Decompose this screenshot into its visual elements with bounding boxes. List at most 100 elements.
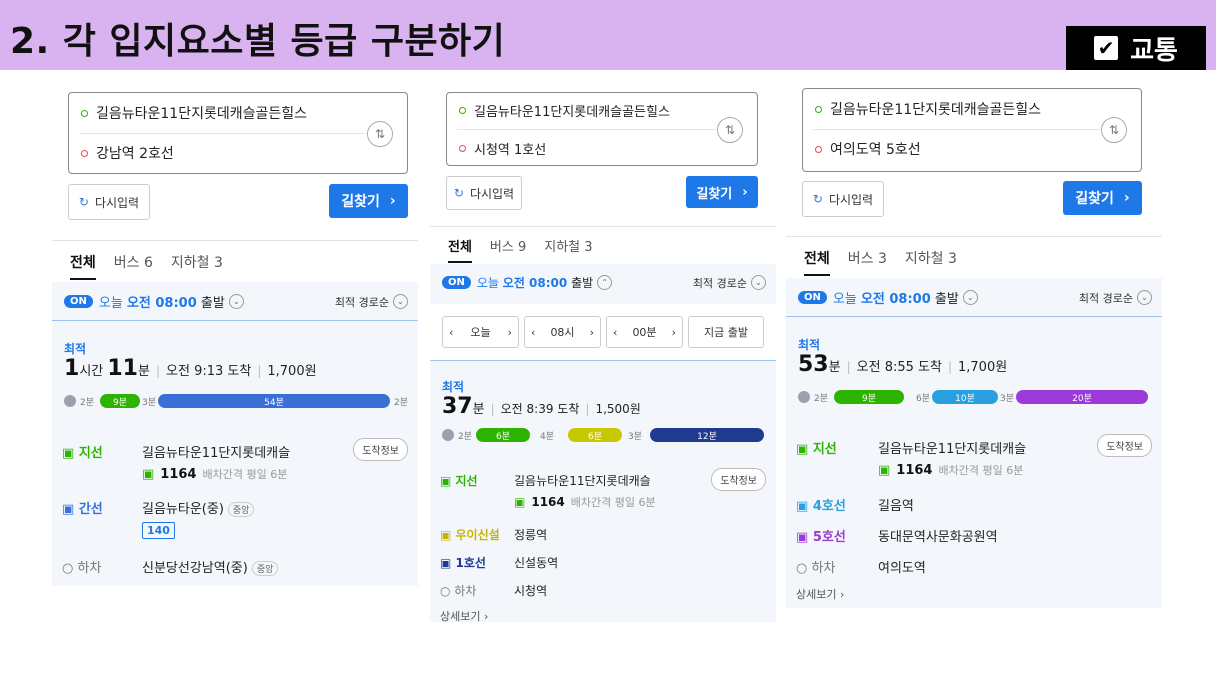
bus-segment: 9분	[100, 394, 140, 408]
subway-icon: ▣ 우이신설	[440, 528, 500, 542]
tab-subway[interactable]: 지하철 3	[544, 236, 592, 263]
walk-icon	[64, 395, 76, 407]
bus-icon: ▣	[142, 466, 155, 482]
category-tag-label: 교통	[1130, 35, 1178, 66]
walk-icon	[442, 429, 454, 441]
divider	[786, 236, 1162, 237]
on-toggle[interactable]: ON	[798, 291, 827, 304]
divider	[52, 320, 418, 321]
find-route-button[interactable]: 길찾기 ›	[686, 176, 758, 208]
sort-dropdown[interactable]: 최적 경로순 ⌄	[335, 294, 408, 310]
route-summary: 1시간 11분 | 오전 9:13 도착 | 1,700원	[64, 356, 317, 381]
swap-icon[interactable]: ⇅	[717, 117, 743, 143]
subway-icon: ▣ 5호선	[796, 530, 846, 545]
destination-field[interactable]: 강남역 2호선	[81, 143, 361, 163]
hour-picker[interactable]: ‹ 08시 ›	[524, 316, 601, 348]
chevron-up-icon[interactable]: ⌃	[597, 275, 613, 290]
chevron-down-icon[interactable]: ⌄	[228, 294, 244, 309]
find-route-button[interactable]: 길찾기 ›	[329, 184, 408, 218]
divider	[457, 129, 717, 130]
route-summary: 37분 | 오전 8:39 도착 | 1,500원	[442, 394, 641, 419]
chevron-right-icon: ›	[1123, 190, 1130, 206]
origin-field[interactable]: 길음뉴타운11단지롯데캐슬골든힐스	[815, 99, 1095, 119]
tab-all[interactable]: 전체	[804, 248, 830, 276]
route-input-box: 길음뉴타운11단지롯데캐슬골든힐스 시청역 1호선 ⇅	[446, 92, 758, 166]
tab-subway[interactable]: 지하철 3	[905, 248, 957, 276]
sort-dropdown[interactable]: 최적 경로순 ⌄	[693, 275, 766, 291]
subway-segment: 12분	[650, 428, 764, 442]
reset-button[interactable]: ↻ 다시입력	[802, 181, 884, 217]
bus-segment: 6분	[476, 428, 530, 442]
best-label: 최적	[798, 338, 821, 352]
tab-subway[interactable]: 지하철 3	[171, 252, 223, 280]
chevron-down-icon: ⌄	[751, 275, 766, 290]
arrival-info-button[interactable]: 도착정보	[353, 438, 408, 461]
chevron-left-icon[interactable]: ‹	[613, 326, 617, 339]
alight-icon: ○ 하차	[796, 561, 836, 576]
route-time-bar: 2분 9분 6분 10분 3분 20분	[798, 390, 1152, 404]
on-toggle[interactable]: ON	[64, 295, 93, 308]
refresh-icon: ↻	[78, 195, 89, 209]
departure-row[interactable]: ON 오늘 오전 08:00 출발 ⌄ 최적 경로순 ⌄	[798, 288, 1152, 307]
day-picker[interactable]: ‹ 오늘 ›	[442, 316, 519, 348]
details-link[interactable]: 상세보기 ›	[440, 608, 488, 624]
swap-icon[interactable]: ⇅	[367, 121, 393, 147]
reset-button[interactable]: ↻ 다시입력	[68, 184, 150, 220]
results-area: ON 오늘 오전 08:00 출발 ⌃ 최적 경로순 ⌄ ‹ 오늘 › ‹ 08시 › ‹…	[430, 264, 776, 624]
minute-picker[interactable]: ‹ 00분 ›	[606, 316, 683, 348]
chevron-right-icon[interactable]: ›	[672, 326, 676, 339]
bus-segment: 54분	[158, 394, 390, 408]
chevron-down-icon: ⌄	[393, 294, 408, 309]
subway-icon: ▣ 1호선	[440, 556, 486, 570]
tab-bus[interactable]: 버스 9	[490, 236, 526, 263]
route-panel-cityhall: 길음뉴타운11단지롯데캐슬골든힐스 시청역 1호선 ⇅ ↻ 다시입력 길찾기 › 전…	[430, 84, 776, 624]
origin-field[interactable]: 길음뉴타운11단지롯데캐슬골든힐스	[459, 101, 711, 120]
departure-row[interactable]: ON 오늘 오전 08:00 출발 ⌃ 최적 경로순 ⌄	[442, 274, 766, 291]
route-time-bar: 2분 9분 3분 54분 2분	[64, 394, 408, 408]
alight-icon: ○ 하차	[62, 561, 102, 576]
results-area: ON 오늘 오전 08:00 출발 ⌄ 최적 경로순 ⌄ 최적 1시간 11분 |…	[52, 282, 418, 586]
route-panel-gangnam: 길음뉴타운11단지롯데캐슬골든힐스 강남역 2호선 ⇅ ↻ 다시입력 길찾기 › 전…	[52, 84, 418, 590]
origin-dot-icon	[81, 109, 88, 117]
arrival-info-button[interactable]: 도착정보	[1097, 434, 1152, 457]
arrival-info-button[interactable]: 도착정보	[711, 468, 766, 491]
chevron-right-icon[interactable]: ›	[590, 326, 594, 339]
time-picker: ‹ 오늘 › ‹ 08시 › ‹ 00분 › 지금 출발	[442, 316, 764, 348]
walk-icon	[798, 391, 810, 403]
chevron-right-icon: ›	[389, 193, 396, 209]
result-tabs: 전체 버스 9 지하철 3	[430, 236, 776, 263]
result-tabs: 전체 버스 6 지하철 3	[52, 252, 418, 280]
bus-icon: ▣	[878, 462, 891, 478]
origin-dot-icon	[459, 107, 466, 114]
chevron-left-icon[interactable]: ‹	[531, 326, 535, 339]
destination-field[interactable]: 여의도역 5호선	[815, 139, 1095, 159]
chevron-down-icon[interactable]: ⌄	[962, 290, 978, 305]
chevron-right-icon[interactable]: ›	[508, 326, 512, 339]
tab-bus[interactable]: 버스 6	[114, 252, 153, 280]
divider	[786, 316, 1162, 317]
depart-now-button[interactable]: 지금 출발	[688, 316, 764, 348]
departure-row[interactable]: ON 오늘 오전 08:00 출발 ⌄ 최적 경로순 ⌄	[64, 292, 408, 311]
tab-bus[interactable]: 버스 3	[848, 248, 887, 276]
on-toggle[interactable]: ON	[442, 276, 471, 289]
reset-button[interactable]: ↻ 다시입력	[446, 176, 522, 210]
subway-segment: 20분	[1016, 390, 1148, 404]
destination-dot-icon	[81, 149, 88, 157]
chevron-left-icon[interactable]: ‹	[449, 326, 453, 339]
swap-icon[interactable]: ⇅	[1101, 117, 1127, 143]
slide-title: 2. 각 입지요소별 등급 구분하기	[10, 21, 506, 62]
sort-dropdown[interactable]: 최적 경로순 ⌄	[1079, 290, 1152, 306]
divider	[79, 133, 367, 134]
find-route-button[interactable]: 길찾기 ›	[1063, 181, 1142, 215]
origin-field[interactable]: 길음뉴타운11단지롯데캐슬골든힐스	[81, 103, 361, 123]
tab-all[interactable]: 전체	[448, 236, 472, 263]
tab-all[interactable]: 전체	[70, 252, 96, 280]
details-link[interactable]: 상세보기 ›	[796, 586, 844, 602]
bus-icon: ▣	[514, 495, 526, 509]
best-label: 최적	[64, 342, 87, 356]
bus-number-badge: 140	[142, 522, 175, 539]
route-summary: 53분 | 오전 8:55 도착 | 1,700원	[798, 352, 1008, 377]
route-time-bar: 2분 6분 4분 6분 3분 12분	[442, 428, 766, 442]
bus-icon: ▣ 지선	[440, 474, 478, 488]
destination-field[interactable]: 시청역 1호선	[459, 139, 711, 158]
